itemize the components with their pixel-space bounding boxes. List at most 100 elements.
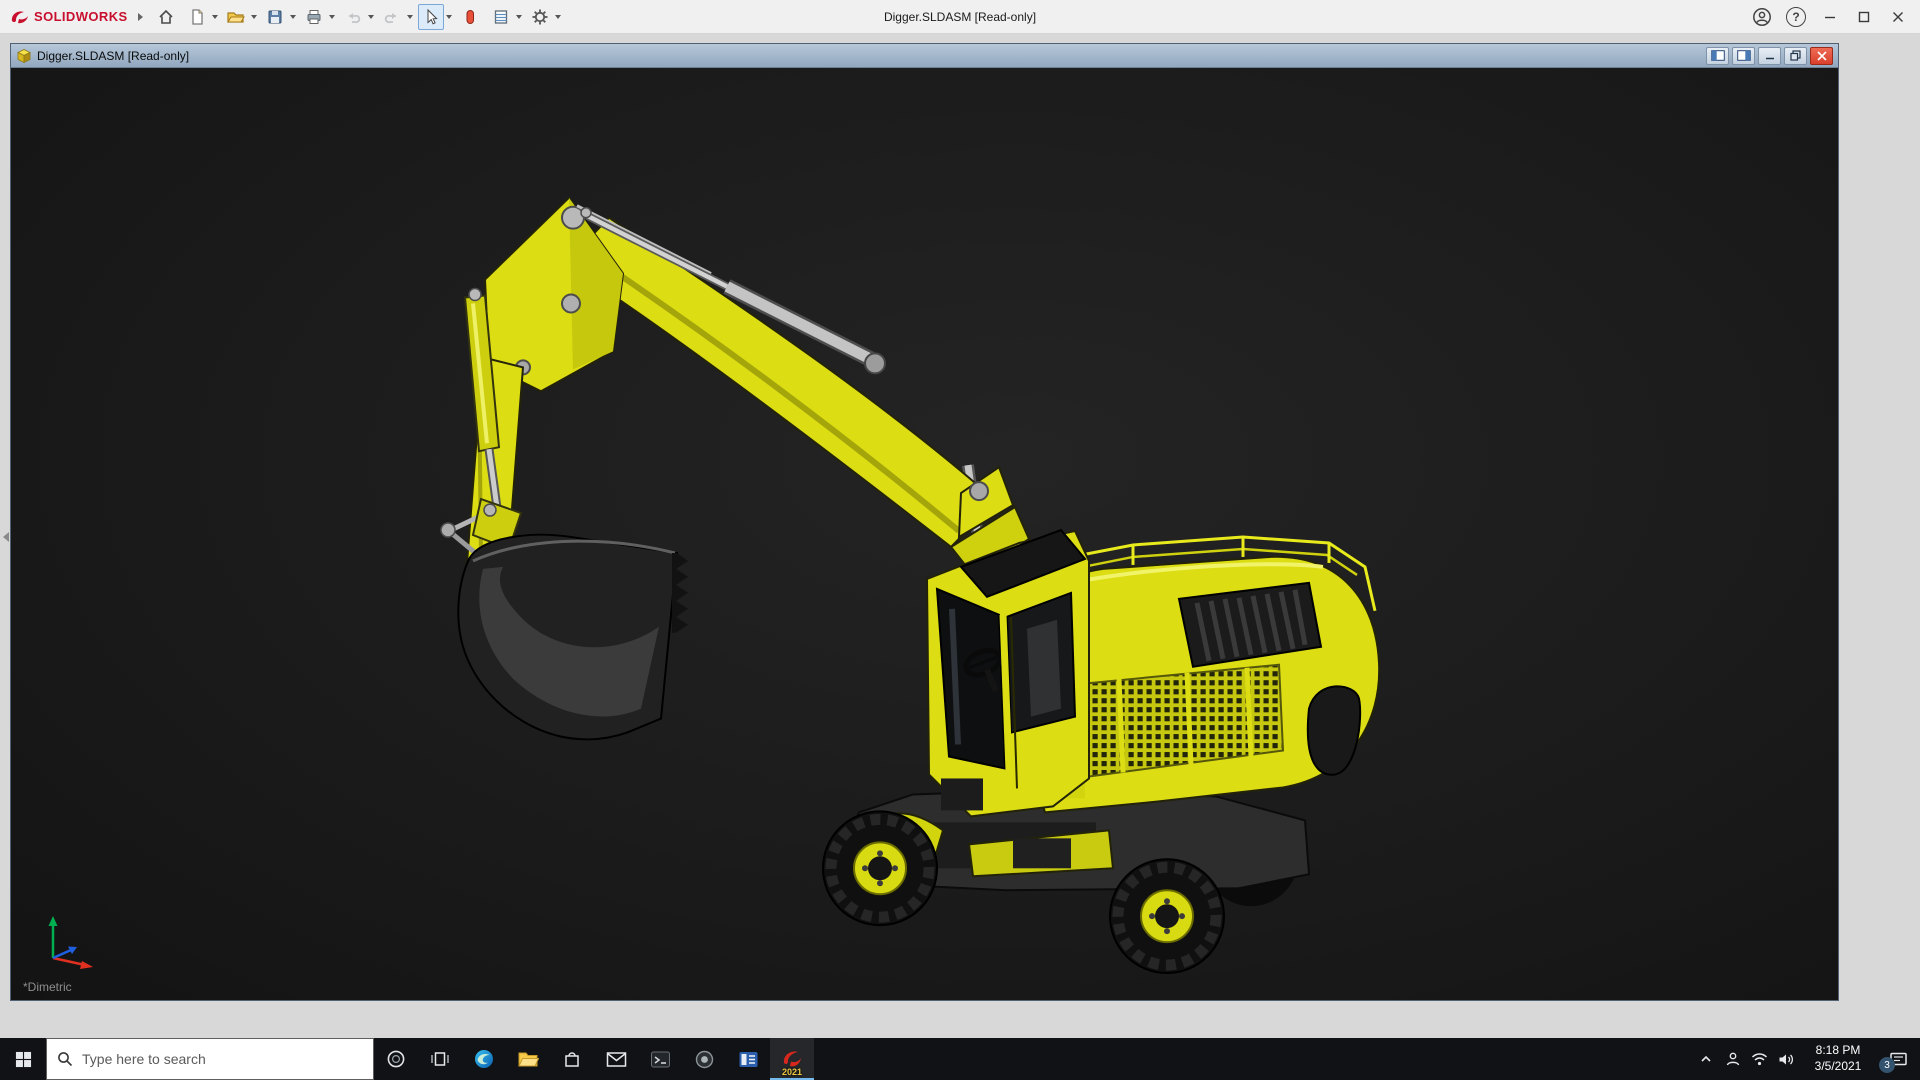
dropdown-caret[interactable] bbox=[250, 14, 257, 19]
chevron-left-icon bbox=[3, 532, 9, 542]
wifi-icon bbox=[1751, 1052, 1768, 1065]
help-glyph: ? bbox=[1792, 9, 1800, 24]
task-view-button[interactable] bbox=[418, 1038, 462, 1080]
redo-button[interactable] bbox=[379, 4, 405, 30]
help-button[interactable]: ? bbox=[1780, 2, 1812, 32]
new-document-icon bbox=[191, 8, 203, 25]
orientation-triad[interactable] bbox=[37, 912, 97, 972]
system-tray: 8:18 PM 3/5/2021 3 bbox=[1692, 1038, 1920, 1080]
save-icon bbox=[268, 10, 282, 23]
xpress-tools-button[interactable] bbox=[457, 4, 483, 30]
dropdown-caret[interactable] bbox=[328, 14, 335, 19]
home-button[interactable] bbox=[153, 4, 179, 30]
clock-date: 3/5/2021 bbox=[1814, 1059, 1862, 1073]
pane-left-icon bbox=[1710, 50, 1725, 61]
dropdown-caret[interactable] bbox=[289, 14, 296, 19]
featuremanager-collapse-handle[interactable] bbox=[0, 520, 12, 554]
start-button[interactable] bbox=[0, 1038, 46, 1080]
blue-window-app-button[interactable] bbox=[726, 1038, 770, 1080]
doc-restore-button[interactable] bbox=[1784, 46, 1807, 65]
dropdown-caret[interactable] bbox=[554, 14, 561, 19]
new-document-button[interactable] bbox=[184, 4, 210, 30]
dropdown-caret[interactable] bbox=[406, 14, 413, 19]
windows-logo-icon bbox=[15, 1051, 31, 1067]
mail-button[interactable] bbox=[594, 1038, 638, 1080]
close-button[interactable] bbox=[1882, 2, 1914, 32]
terminal-app-button[interactable] bbox=[638, 1038, 682, 1080]
doc-restore-icon bbox=[1790, 50, 1801, 61]
pane-right-icon bbox=[1736, 50, 1751, 61]
doc-minimize-button[interactable] bbox=[1758, 46, 1781, 65]
view-orientation-label: *Dimetric bbox=[23, 980, 72, 994]
cortana-icon bbox=[387, 1050, 405, 1068]
edge-button[interactable] bbox=[462, 1038, 506, 1080]
store-icon bbox=[565, 1052, 579, 1067]
doc-close-button[interactable] bbox=[1810, 46, 1833, 65]
print-button[interactable] bbox=[301, 4, 327, 30]
volume-tray-button[interactable] bbox=[1773, 1038, 1800, 1080]
minimize-icon bbox=[1825, 16, 1835, 18]
search-input[interactable] bbox=[82, 1051, 363, 1067]
account-button[interactable] bbox=[1746, 2, 1778, 32]
dropdown-caret[interactable] bbox=[211, 14, 218, 19]
action-center-button[interactable]: 3 bbox=[1876, 1038, 1920, 1080]
document-table-icon bbox=[494, 9, 507, 24]
chevron-up-icon bbox=[1700, 1055, 1711, 1062]
file-explorer-button[interactable] bbox=[506, 1038, 550, 1080]
options-button[interactable] bbox=[527, 4, 553, 30]
circle-app-icon bbox=[695, 1050, 713, 1068]
undo-button[interactable] bbox=[340, 4, 366, 30]
solidworks-logo: SOLIDWORKS bbox=[6, 8, 132, 26]
maximize-button[interactable] bbox=[1848, 2, 1880, 32]
open-folder-icon bbox=[227, 11, 245, 23]
taskbar: 2021 bbox=[0, 1038, 1920, 1080]
cortana-button[interactable] bbox=[374, 1038, 418, 1080]
taskbar-clock[interactable]: 8:18 PM 3/5/2021 bbox=[1800, 1038, 1876, 1080]
toolbar-expander-icon[interactable] bbox=[137, 12, 143, 21]
document-titlebar[interactable]: Digger.SLDASM [Read-only] bbox=[11, 44, 1838, 68]
pane-left-button[interactable] bbox=[1706, 46, 1729, 65]
minimize-button[interactable] bbox=[1814, 2, 1846, 32]
people-tray-button[interactable] bbox=[1719, 1038, 1746, 1080]
document-properties-button[interactable] bbox=[488, 4, 514, 30]
volume-icon bbox=[1779, 1054, 1794, 1064]
home-icon bbox=[158, 9, 173, 24]
taskbar-search[interactable] bbox=[46, 1038, 374, 1080]
store-button[interactable] bbox=[550, 1038, 594, 1080]
undo-icon bbox=[348, 12, 360, 23]
network-tray-button[interactable] bbox=[1746, 1038, 1773, 1080]
solidworks-taskbar-button[interactable]: 2021 bbox=[770, 1038, 814, 1080]
doc-close-icon bbox=[1816, 50, 1827, 61]
notification-badge: 3 bbox=[1879, 1057, 1895, 1073]
brand-name: SOLIDWORKS bbox=[34, 9, 128, 24]
app-titlebar: SOLIDWORKS Digger.SLDASM [Read-only] ? bbox=[0, 0, 1920, 34]
tray-expand-button[interactable] bbox=[1692, 1038, 1719, 1080]
maximize-icon bbox=[1858, 11, 1870, 22]
select-arrow-icon bbox=[427, 8, 438, 24]
dropdown-caret[interactable] bbox=[367, 14, 374, 19]
solidworks-year-badge: 2021 bbox=[781, 1067, 803, 1077]
print-icon bbox=[307, 9, 321, 24]
open-button[interactable] bbox=[223, 4, 249, 30]
close-icon bbox=[1893, 11, 1903, 22]
red-pill-icon bbox=[466, 9, 474, 24]
task-view-icon bbox=[431, 1052, 449, 1066]
graphics-viewport[interactable]: *Dimetric bbox=[11, 68, 1838, 1000]
dropdown-caret[interactable] bbox=[515, 14, 522, 19]
document-window-controls bbox=[1706, 46, 1833, 65]
excavator-model[interactable] bbox=[11, 68, 1838, 1000]
select-tool-button[interactable] bbox=[417, 3, 444, 30]
pane-right-button[interactable] bbox=[1732, 46, 1755, 65]
assembly-icon bbox=[17, 48, 31, 63]
circle-app-button[interactable] bbox=[682, 1038, 726, 1080]
terminal-app-icon bbox=[650, 1051, 670, 1067]
blue-window-app-icon bbox=[739, 1051, 757, 1067]
main-toolbar bbox=[151, 3, 563, 30]
doc-minimize-icon bbox=[1765, 57, 1774, 59]
clock-time: 8:18 PM bbox=[1815, 1043, 1861, 1058]
dropdown-caret[interactable] bbox=[445, 14, 452, 19]
search-icon bbox=[58, 1052, 73, 1067]
save-button[interactable] bbox=[262, 4, 288, 30]
person-icon bbox=[1726, 1052, 1739, 1066]
app-window-controls: ? bbox=[1746, 2, 1914, 32]
